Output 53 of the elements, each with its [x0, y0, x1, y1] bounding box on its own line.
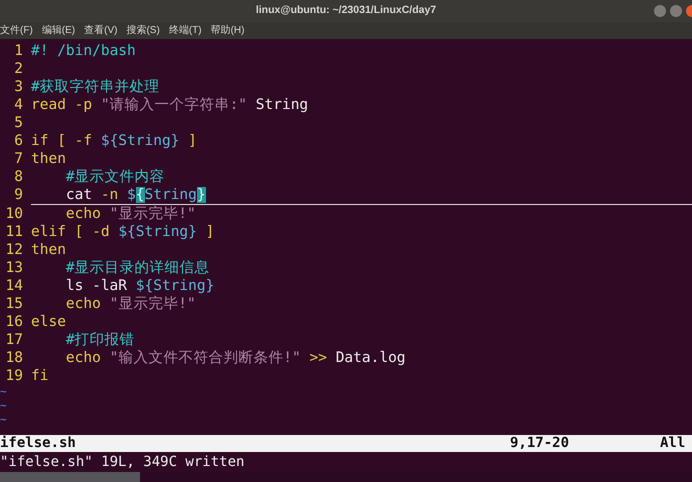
maximize-icon[interactable] — [670, 5, 682, 17]
window-title: linux@ubuntu: ~/23031/LinuxC/day7 — [256, 3, 436, 18]
code-line: #显示文件内容 — [64, 168, 165, 186]
code-line: echo "显示完毕!" — [64, 205, 196, 223]
empty-line-marker: ~ — [0, 399, 7, 413]
menu-item[interactable]: 编辑(E) — [42, 23, 76, 38]
line-number: 18 — [4, 349, 23, 367]
code-line: #获取字符串并处理 — [31, 78, 160, 96]
empty-line-marker: ~ — [0, 385, 7, 399]
code-line: #打印报错 — [64, 331, 135, 349]
line-number: 6 — [13, 132, 23, 150]
code-line: #显示目录的详细信息 — [64, 259, 210, 277]
line-number: 11 — [4, 223, 23, 241]
code-line: cat -n ${String} — [31, 186, 692, 205]
menu-item[interactable]: 查看(V) — [84, 23, 118, 38]
line-number: 1 — [13, 42, 23, 60]
close-icon[interactable] — [686, 5, 692, 17]
line-number: 2 — [13, 60, 23, 78]
line-number: 17 — [4, 331, 23, 349]
code-line: else — [31, 313, 66, 331]
line-number: 12 — [4, 241, 23, 259]
line-number: 9 — [13, 186, 23, 205]
line-number: 13 — [4, 259, 23, 277]
menu-item[interactable]: 搜索(S) — [126, 23, 160, 38]
code-line: elif [ -d ${String} ] — [31, 223, 214, 241]
line-number: 14 — [4, 277, 23, 295]
empty-line-marker: ~ — [0, 413, 7, 427]
line-number: 19 — [4, 367, 23, 385]
code-line: echo "输入文件不符合判断条件!" >> Data.log — [64, 349, 406, 367]
code-line: #! /bin/bash — [31, 42, 136, 60]
line-number: 7 — [13, 150, 23, 168]
status-file-name: ifelse.sh — [0, 434, 77, 453]
line-number: 5 — [13, 114, 23, 132]
code-line: fi — [31, 367, 48, 385]
command-line: "ifelse.sh" 19L, 349C written — [0, 452, 244, 472]
minimize-icon[interactable] — [654, 5, 666, 17]
line-number: 16 — [4, 313, 23, 331]
line-number: 3 — [13, 78, 23, 96]
code-line: echo "显示完毕!" — [64, 295, 196, 313]
code-line: if [ -f ${String} ] — [31, 132, 197, 150]
line-number: 4 — [13, 96, 23, 114]
code-line: then — [31, 150, 66, 168]
code-line: read -p "请输入一个字符串:" String — [31, 96, 308, 114]
line-number: 15 — [4, 295, 23, 313]
code-line: ls -laR ${String} — [64, 277, 214, 295]
scroll-indicator: All — [660, 434, 686, 453]
line-number: 10 — [4, 205, 23, 223]
menu-item[interactable]: 文件(F) — [0, 23, 33, 38]
code-line: then — [31, 241, 66, 259]
cursor-position: 9,17-20 — [510, 434, 570, 453]
menu-item[interactable]: 终端(T) — [168, 23, 202, 38]
menu-item[interactable]: 帮助(H) — [210, 23, 244, 38]
line-number: 8 — [13, 168, 23, 186]
